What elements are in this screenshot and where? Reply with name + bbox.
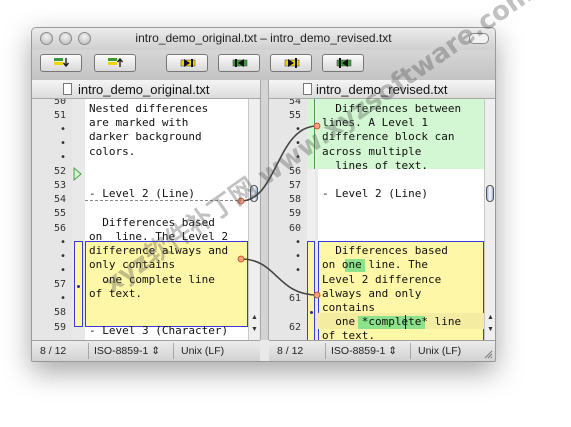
line-number: • — [59, 265, 66, 276]
right-filename: intro_demo_revised.txt — [316, 82, 448, 97]
next-difference-button[interactable] — [166, 54, 208, 72]
previous-icon — [232, 59, 248, 67]
code-line: always and only — [322, 287, 422, 300]
right-scrollbar[interactable]: ▲ ▼ — [484, 99, 495, 340]
code-line: one *complete* line — [322, 315, 462, 328]
arrow-up-icon — [108, 57, 124, 67]
line-endings-select[interactable]: Unix (LF) — [181, 345, 224, 357]
title-bar: intro_demo_original.txt – intro_demo_rev… — [32, 28, 495, 50]
document-icon — [63, 83, 72, 95]
line-number: 54 — [53, 194, 66, 205]
left-code-area[interactable]: Nested differences are marked with darke… — [85, 99, 248, 340]
apply-left-button[interactable] — [322, 54, 364, 72]
line-number: 55 — [53, 208, 66, 219]
copy-to-right-button[interactable] — [94, 54, 136, 72]
left-filename: intro_demo_original.txt — [78, 82, 210, 97]
line-number: 53 — [53, 180, 66, 191]
code-line: only contains — [89, 258, 176, 271]
code-line: on one line. The — [322, 258, 428, 271]
code-line: on line. The Level 2 — [89, 230, 229, 243]
left-text-pane[interactable]: 50 51 • • • 52 53 54 55 56 • • • 57 • 58… — [32, 99, 260, 340]
code-line: Nested differences — [89, 102, 209, 115]
left-status-bar: 8 / 12 ISO-8859-1 ⇕ Unix (LF) — [32, 340, 260, 361]
right-status-bar: 8 / 12 ISO-8859-1 ⇕ Unix (LF) — [269, 340, 495, 361]
encoding-select[interactable]: ISO-8859-1 ⇕ — [94, 345, 160, 357]
line-number: 52 — [53, 166, 66, 177]
code-line: are marked with — [89, 116, 189, 129]
position-indicator: 8 / 12 — [40, 345, 67, 357]
code-line: - Level 2 (Line) — [322, 187, 428, 200]
line-number: • — [59, 152, 66, 163]
code-line: - Level 2 (Line) — [89, 187, 195, 200]
merge-right-icon — [284, 58, 300, 68]
merge-left-icon — [336, 58, 352, 68]
insertion-marker-icon — [73, 167, 82, 181]
divider — [410, 343, 411, 359]
line-number: • — [59, 293, 66, 304]
file-merge-window: intro_demo_original.txt – intro_demo_rev… — [31, 27, 496, 362]
code-line: contains — [322, 301, 375, 314]
line-number: 56 — [53, 223, 66, 234]
code-line: difference block can — [322, 130, 455, 143]
line-number: 51 — [53, 110, 66, 121]
line-number: • — [59, 138, 66, 149]
toolbar — [32, 50, 495, 81]
code-line: of text. — [322, 329, 375, 340]
line-number: • — [59, 237, 66, 248]
left-pane-header: intro_demo_original.txt — [32, 80, 260, 99]
divider — [173, 343, 174, 359]
code-line: - Level 3 (Character) — [89, 324, 229, 337]
right-pane-header: intro_demo_revised.txt — [260, 80, 495, 99]
difference-connectors — [237, 122, 321, 299]
toolbar-toggle-button[interactable] — [469, 33, 489, 44]
code-line: Differences between — [322, 102, 462, 115]
divider — [88, 343, 89, 359]
code-line: lines of text. — [322, 159, 428, 172]
code-line: of text. — [89, 287, 142, 300]
text-cursor — [405, 315, 406, 329]
line-endings-label: Unix (LF) — [418, 345, 462, 357]
code-line: Differences based — [89, 216, 215, 229]
line-number: • — [59, 251, 66, 262]
code-line: difference always and — [89, 244, 229, 257]
line-number: 57 — [53, 279, 66, 290]
code-line: colors. — [89, 145, 136, 158]
encoding-label: ISO-8859-1 — [331, 345, 386, 357]
encoding-label: ISO-8859-1 — [94, 345, 149, 357]
resize-grip-icon[interactable] — [483, 349, 493, 359]
line-number: 59 — [53, 322, 66, 333]
scroll-down-arrow-icon[interactable]: ▼ — [487, 326, 494, 333]
line-endings-select[interactable]: Unix (LF) — [418, 345, 461, 357]
left-line-gutter: 50 51 • • • 52 53 54 55 56 • • • 57 • 58… — [32, 99, 83, 340]
next-icon — [180, 59, 196, 67]
right-code-area[interactable]: Differences between lines. A Level 1 dif… — [318, 99, 484, 340]
encoding-select[interactable]: ISO-8859-1 ⇕ — [331, 345, 397, 357]
document-icon — [303, 83, 312, 95]
code-line: across multiple — [322, 145, 422, 158]
apply-right-button[interactable] — [270, 54, 312, 72]
change-bracket — [74, 241, 83, 327]
scroll-up-arrow-icon[interactable]: ▲ — [487, 314, 494, 321]
line-number: • — [59, 124, 66, 135]
window-title: intro_demo_original.txt – intro_demo_rev… — [135, 31, 392, 45]
chevron-updown-icon: ⇕ — [151, 345, 161, 357]
code-line: darker background — [89, 130, 202, 143]
right-scroll-thumb[interactable] — [486, 185, 494, 202]
code-line: Differences based — [322, 244, 448, 257]
code-line: one complete line — [89, 273, 215, 286]
change-dot — [77, 285, 80, 288]
line-endings-label: Unix (LF) — [181, 345, 225, 357]
code-line: lines. A Level 1 — [322, 116, 428, 129]
arrow-down-icon — [54, 58, 70, 68]
previous-difference-button[interactable] — [218, 54, 260, 72]
line-number: 58 — [53, 307, 66, 318]
line-number: 50 — [53, 99, 66, 107]
divider — [325, 343, 326, 359]
position-indicator: 8 / 12 — [277, 345, 304, 357]
code-line: Level 2 difference — [322, 273, 442, 286]
chevron-updown-icon: ⇕ — [388, 345, 398, 357]
copy-to-left-button[interactable] — [40, 54, 82, 72]
